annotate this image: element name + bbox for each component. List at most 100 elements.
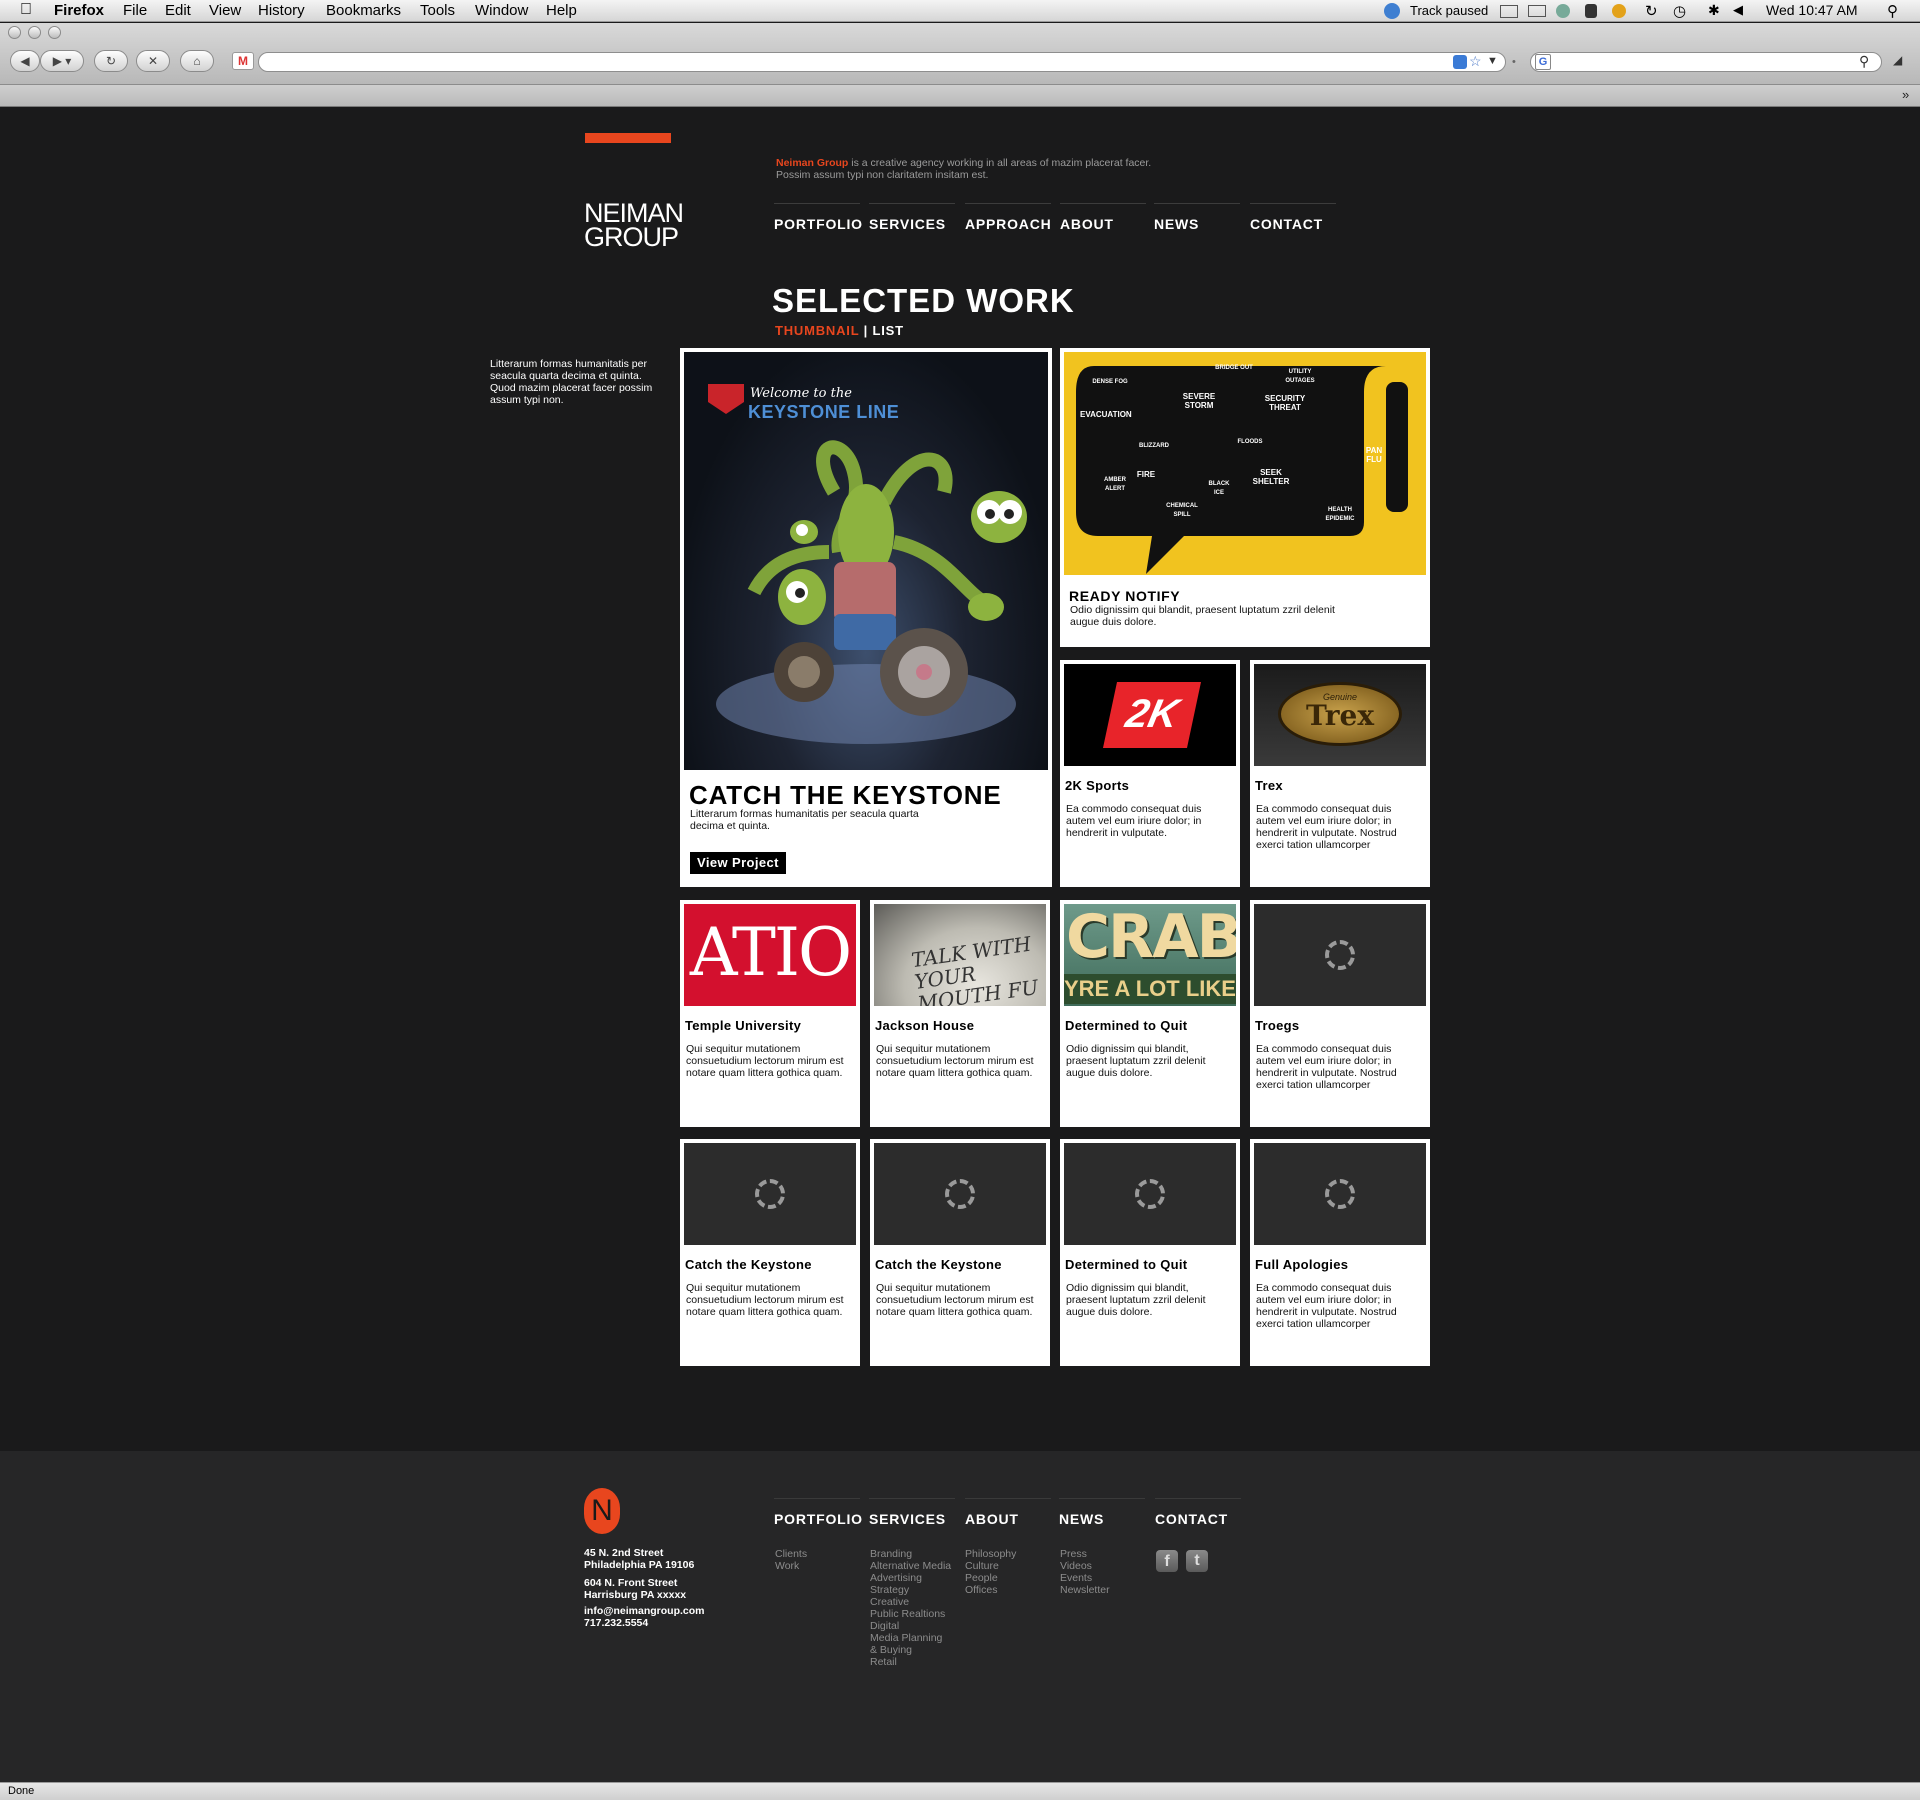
thumbnail-loading[interactable] [1064,1143,1236,1245]
home-button[interactable]: ⌂ [180,50,214,72]
nav-news[interactable]: NEWS [1154,203,1240,232]
footer-link[interactable]: Culture [965,1560,1016,1572]
footer-link[interactable]: Branding [870,1548,951,1560]
footer-link[interactable]: Creative [870,1596,951,1608]
nav-approach[interactable]: APPROACH [965,203,1051,232]
ready-notify-title[interactable]: READY NOTIFY [1069,588,1180,604]
view-list-link[interactable]: LIST [873,323,904,338]
footer-link[interactable]: Newsletter [1060,1584,1110,1596]
view-project-button[interactable]: View Project [690,852,786,874]
clock[interactable]: Wed 10:47 AM [1766,2,1858,18]
card-title[interactable]: Determined to Quit [1065,1257,1187,1272]
apple-icon[interactable]:  [20,1,32,19]
feature-title[interactable]: CATCH THE KEYSTONE [689,780,1001,811]
url-bar[interactable]: ☆ ▼ [258,52,1506,72]
footer-link[interactable]: Offices [965,1584,1016,1596]
thumbnail-loading[interactable] [874,1143,1046,1245]
footer-heading-news[interactable]: NEWS [1059,1498,1145,1527]
footer-link[interactable]: Public Realtions [870,1608,951,1620]
footer-link[interactable]: Digital [870,1620,951,1632]
sync-icon[interactable] [1556,4,1570,18]
footer-link[interactable]: Media Planning [870,1632,951,1644]
url-dropdown-icon[interactable]: ▼ [1487,55,1498,67]
card-troegs[interactable]: Troegs Ea commodo consequat duis autem v… [1250,900,1430,1127]
menu-history[interactable]: History [258,2,305,19]
nav-services[interactable]: SERVICES [869,203,955,232]
footer-link[interactable]: Strategy [870,1584,951,1596]
card-title[interactable]: Full Apologies [1255,1257,1348,1272]
volume-icon[interactable]: ◀ [1733,2,1743,18]
card-temple-university[interactable]: ATIO Temple University Qui sequitur muta… [680,900,860,1127]
stop-button[interactable]: ✕ [136,50,170,72]
footer-link[interactable]: Videos [1060,1560,1110,1572]
google-search-icon[interactable]: G [1535,54,1551,70]
footer-link[interactable]: Retail [870,1656,951,1668]
footer-link[interactable]: Advertising [870,1572,951,1584]
thumbnail-2k-sports[interactable]: 2K [1064,664,1236,766]
thumbnail-jackson-house[interactable]: TALK WITH YOUR MOUTH FU [874,904,1046,1006]
close-window-icon[interactable] [8,26,21,39]
card-ready-notify[interactable]: SEVERE STORM SECURITY THREAT EVACUATION … [1060,348,1430,647]
spotlight-icon[interactable]: ⚲ [1887,2,1898,20]
menu-tools[interactable]: Tools [420,2,455,19]
facebook-icon[interactable]: f [1156,1550,1178,1572]
bookmark-star-icon[interactable]: ☆ [1469,53,1482,70]
footer-heading-contact[interactable]: CONTACT [1155,1498,1241,1527]
card-title[interactable]: Determined to Quit [1065,1018,1187,1033]
search-bar[interactable]: G ⚲ [1530,52,1882,72]
thumbnail-crabs[interactable]: CRABS YRE A LOT LIKE CO [1064,904,1236,1006]
footer-link[interactable]: Work [775,1560,807,1572]
card-title[interactable]: Catch the Keystone [875,1257,1002,1272]
card-catch-the-keystone-2[interactable]: Catch the Keystone Qui sequitur mutation… [870,1139,1050,1366]
toolbar-resize-icon[interactable]: ◢ [1893,53,1902,67]
card-title[interactable]: Catch the Keystone [685,1257,812,1272]
bluetooth-icon[interactable]: ✱ [1708,2,1720,19]
thumbnail-trex[interactable]: Genuine Trex [1254,664,1426,766]
card-determined-to-quit[interactable]: CRABS YRE A LOT LIKE CO Determined to Qu… [1060,900,1240,1127]
thumbnail-loading[interactable] [1254,1143,1426,1245]
gmail-icon[interactable]: M [232,52,254,70]
view-thumbnail-link[interactable]: THUMBNAIL [775,323,859,338]
card-jackson-house[interactable]: TALK WITH YOUR MOUTH FU Jackson House Qu… [870,900,1050,1127]
feature-card-keystone[interactable]: Welcome to the KEYSTONE LINE CATCH THE K… [680,348,1052,887]
ready-notify-thumbnail[interactable]: SEVERE STORM SECURITY THREAT EVACUATION … [1064,352,1426,575]
back-button[interactable]: ◀ [10,50,40,72]
card-determined-to-quit-2[interactable]: Determined to Quit Odio dignissim qui bl… [1060,1139,1240,1366]
card-title[interactable]: Trex [1255,778,1283,793]
nav-about[interactable]: ABOUT [1060,203,1146,232]
tagline-brand[interactable]: Neiman Group [776,157,848,169]
nav-contact[interactable]: CONTACT [1250,203,1336,232]
refresh-sync-icon[interactable]: ↻ [1645,2,1658,20]
calendar-icon[interactable] [1500,5,1518,18]
evernote-icon[interactable] [1585,4,1597,18]
zoom-window-icon[interactable] [48,26,61,39]
rss-icon[interactable] [1453,55,1467,69]
site-logo[interactable]: NEIMAN GROUP [584,200,684,251]
time-machine-icon[interactable]: ◷ [1673,2,1686,20]
card-title[interactable]: 2K Sports [1065,778,1129,793]
footer-link[interactable]: Alternative Media [870,1560,951,1572]
menu-help[interactable]: Help [546,2,577,19]
footer-link[interactable]: & Buying [870,1644,951,1656]
card-title[interactable]: Jackson House [875,1018,974,1033]
minimize-window-icon[interactable] [28,26,41,39]
footer-heading-portfolio[interactable]: PORTFOLIO [774,1498,862,1527]
card-full-apologies[interactable]: Full Apologies Ea commodo consequat duis… [1250,1139,1430,1366]
card-2k-sports[interactable]: 2K 2K Sports Ea commodo consequat duis a… [1060,660,1240,887]
footer-heading-about[interactable]: ABOUT [965,1498,1051,1527]
card-title[interactable]: Temple University [685,1018,801,1033]
footer-heading-services[interactable]: SERVICES [869,1498,955,1527]
card-catch-the-keystone[interactable]: Catch the Keystone Qui sequitur mutation… [680,1139,860,1366]
forward-button[interactable]: ▶ ▾ [40,50,84,72]
card-trex[interactable]: Genuine Trex Trex Ea commodo consequat d… [1250,660,1430,887]
itunes-icon[interactable] [1384,3,1400,19]
footer-logo[interactable]: N [584,1488,620,1534]
menu-bookmarks[interactable]: Bookmarks [326,2,401,19]
menu-edit[interactable]: Edit [165,2,191,19]
menu-view[interactable]: View [209,2,241,19]
app-status-icon[interactable] [1612,4,1626,18]
nav-portfolio[interactable]: PORTFOLIO [774,203,862,232]
thumbnail-loading[interactable] [684,1143,856,1245]
thumbnail-loading[interactable] [1254,904,1426,1006]
footer-link[interactable]: Press [1060,1548,1110,1560]
